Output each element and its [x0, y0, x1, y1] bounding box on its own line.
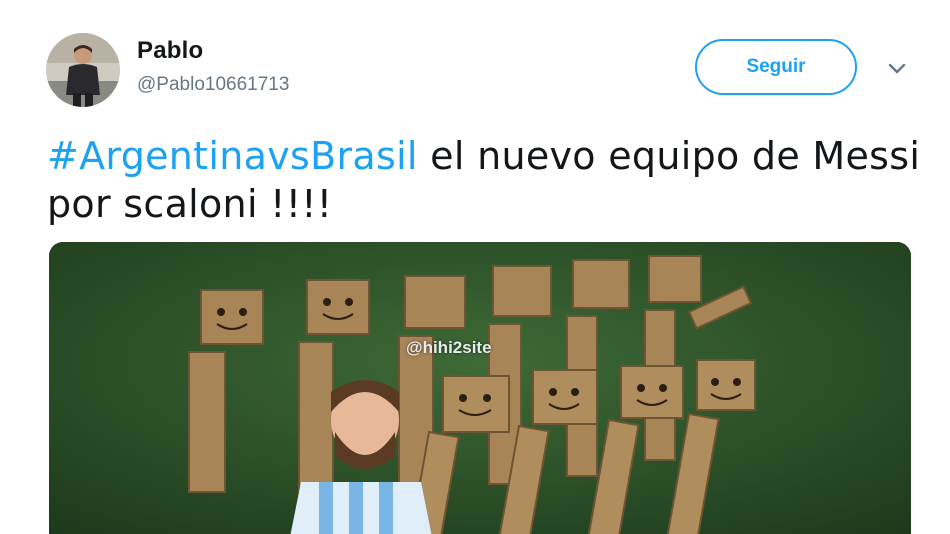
- avatar-image: [46, 33, 120, 107]
- chevron-down-icon[interactable]: [884, 58, 910, 78]
- meme-image: [49, 242, 911, 534]
- image-watermark: @hihi2site: [406, 338, 492, 357]
- follow-button[interactable]: Seguir: [695, 39, 857, 95]
- user-name[interactable]: Pablo: [137, 37, 203, 65]
- tweet-card: Pablo @Pablo10661713 Seguir #Argentinavs…: [0, 0, 950, 534]
- user-avatar[interactable]: [46, 33, 120, 107]
- tweet-text: #ArgentinavsBrasil el nuevo equipo de Me…: [47, 132, 927, 228]
- user-handle[interactable]: @Pablo10661713: [137, 74, 289, 96]
- tweet-media-image[interactable]: @hihi2site: [49, 242, 911, 534]
- hashtag-link[interactable]: #ArgentinavsBrasil: [47, 134, 418, 178]
